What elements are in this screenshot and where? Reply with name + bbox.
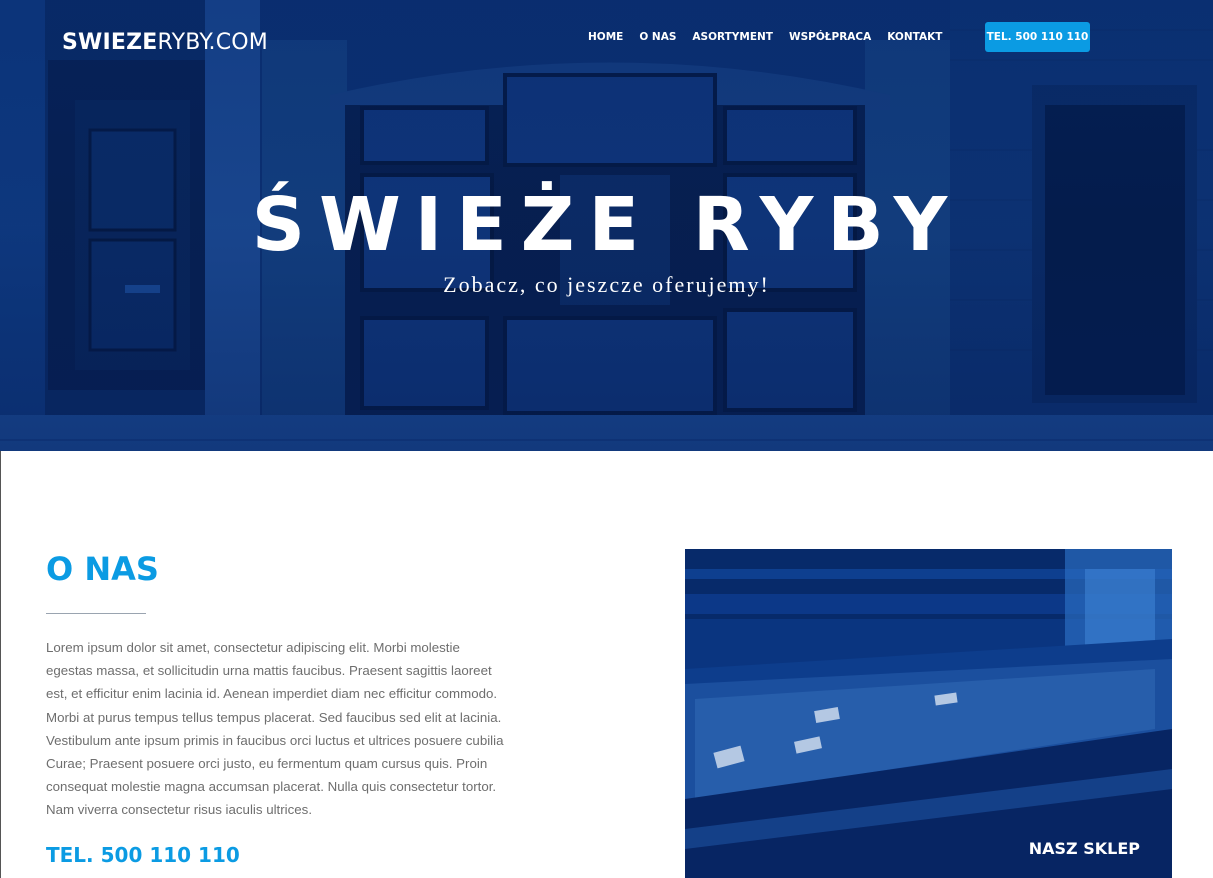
- title-divider: [46, 613, 146, 614]
- nav-o-nas[interactable]: O NAS: [639, 31, 676, 43]
- shop-photo: NASZ SKLEP: [685, 549, 1172, 878]
- nav-home[interactable]: HOME: [588, 31, 623, 43]
- logo-light-text: RYBY.COM: [157, 30, 268, 55]
- site-logo[interactable]: SWIEZERYBY.COM: [62, 30, 268, 55]
- nav-wspolpraca[interactable]: WSPÓŁPRACA: [789, 31, 871, 43]
- logo-bold-text: SWIEZE: [62, 30, 158, 55]
- hero-title: ŚWIEŻE RYBY: [251, 182, 962, 268]
- main-navigation: HOME O NAS ASORTYMENT WSPÓŁPRACA KONTAKT: [588, 31, 958, 43]
- hero-subtitle: Zobacz, co jeszcze oferujemy!: [443, 272, 770, 297]
- fish-counter-image: [685, 549, 1172, 878]
- nav-asortyment[interactable]: ASORTYMENT: [692, 31, 773, 43]
- phone-button[interactable]: TEL. 500 110 110: [985, 22, 1090, 52]
- nav-kontakt[interactable]: KONTAKT: [887, 31, 942, 43]
- about-description: Lorem ipsum dolor sit amet, consectetur …: [46, 640, 504, 818]
- about-phone-number[interactable]: TEL. 500 110 110: [46, 843, 240, 867]
- about-section-title: O NAS: [46, 550, 159, 588]
- shop-image-caption: NASZ SKLEP: [1028, 839, 1140, 858]
- page-left-border: [0, 451, 1, 878]
- hero-banner: SWIEZERYBY.COM HOME O NAS ASORTYMENT WSP…: [0, 0, 1213, 451]
